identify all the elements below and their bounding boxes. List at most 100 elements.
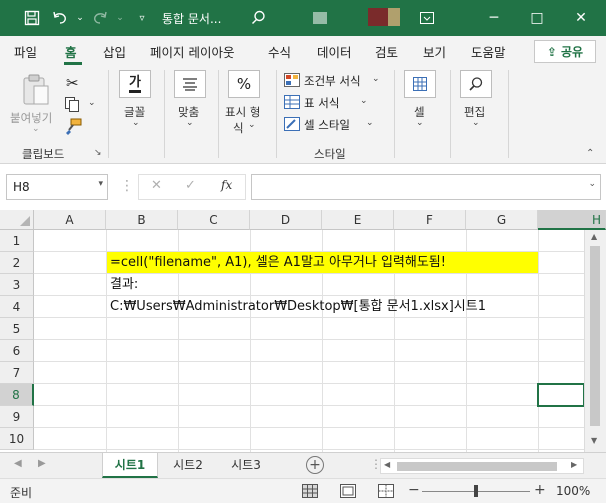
tab-page-layout[interactable]: 페이지 레이아웃 xyxy=(150,42,234,61)
sheet-tab-3[interactable]: 시트3 xyxy=(218,453,274,478)
save-icon[interactable] xyxy=(22,8,42,28)
collapse-ribbon-icon[interactable]: ⌃ xyxy=(586,148,594,159)
next-sheet-icon[interactable]: ▶ xyxy=(38,458,46,469)
row-header-10[interactable]: 10 xyxy=(0,428,34,450)
tab-help[interactable]: 도움말 xyxy=(471,42,506,61)
cell-b4[interactable]: C:₩Users₩Administrator₩Desktop₩[통합 문서1.x… xyxy=(110,296,486,318)
tab-home[interactable]: 홈 xyxy=(65,42,77,61)
row-header-2[interactable]: 2 xyxy=(0,252,34,274)
cell-b2[interactable]: =cell("filename", A1), 셀은 A1말고 아무거나 입력해도… xyxy=(110,252,446,274)
cell-b3[interactable]: 결과: xyxy=(110,274,138,296)
clipboard-group-label: 클립보드 xyxy=(22,147,65,161)
cells-icon[interactable] xyxy=(404,70,436,98)
row-header-6[interactable]: 6 xyxy=(0,340,34,362)
format-painter-icon[interactable] xyxy=(64,118,82,139)
select-all-button[interactable] xyxy=(0,210,34,230)
tab-insert[interactable]: 삽입 xyxy=(103,42,126,61)
column-header-d[interactable]: D xyxy=(250,210,322,230)
formula-input[interactable]: ⌄ xyxy=(251,174,601,200)
formula-bar-grip-icon[interactable]: ⋮ xyxy=(120,177,134,197)
editing-dropdown-icon[interactable]: ⌄ xyxy=(472,118,480,128)
prev-sheet-icon[interactable]: ◀ xyxy=(14,458,22,469)
tab-formulas[interactable]: 수식 xyxy=(268,42,291,61)
number-dropdown-icon[interactable]: ⌄ xyxy=(248,120,256,130)
font-icon[interactable]: 가 xyxy=(119,70,151,98)
column-header-e[interactable]: E xyxy=(322,210,394,230)
undo-dropdown-icon[interactable]: ⌄ xyxy=(70,8,90,28)
row-header-7[interactable]: 7 xyxy=(0,362,34,384)
row-header-4[interactable]: 4 xyxy=(0,296,34,318)
cut-icon[interactable]: ✂ xyxy=(66,74,79,92)
copy-dropdown-icon[interactable]: ⌄ xyxy=(88,98,96,108)
horizontal-scrollbar[interactable]: ◀ ▶ xyxy=(380,458,584,474)
zoom-slider-thumb[interactable] xyxy=(474,485,478,497)
user-avatar[interactable] xyxy=(368,8,388,26)
normal-view-icon[interactable] xyxy=(302,484,318,501)
column-header-c[interactable]: C xyxy=(178,210,250,230)
row-header-9[interactable]: 9 xyxy=(0,406,34,428)
close-button[interactable]: ✕ xyxy=(569,6,593,30)
page-layout-view-icon[interactable] xyxy=(340,484,356,501)
redo-dropdown-icon[interactable]: ⌄ xyxy=(110,8,130,28)
alignment-icon[interactable] xyxy=(174,70,206,98)
vertical-scrollbar[interactable]: ▲ ▼ xyxy=(584,230,606,452)
horizontal-scroll-thumb[interactable] xyxy=(397,462,557,471)
tab-file[interactable]: 파일 xyxy=(14,42,37,61)
font-dropdown-icon[interactable]: ⌄ xyxy=(132,118,140,128)
sheet-tab-1[interactable]: 시트1 xyxy=(102,453,158,478)
tab-data[interactable]: 데이터 xyxy=(317,42,352,61)
cells-dropdown-icon[interactable]: ⌄ xyxy=(416,118,424,128)
column-header-b[interactable]: B xyxy=(106,210,178,230)
number-format-icon[interactable]: % xyxy=(228,70,260,98)
paste-icon[interactable] xyxy=(18,72,54,108)
scroll-left-icon[interactable]: ◀ xyxy=(384,460,390,469)
copy-icon[interactable] xyxy=(64,96,80,115)
add-sheet-icon[interactable]: + xyxy=(306,456,324,474)
editing-search-icon[interactable] xyxy=(460,70,492,98)
page-break-preview-icon[interactable] xyxy=(378,484,394,501)
sheet-tab-2[interactable]: 시트2 xyxy=(160,453,216,478)
number-group-label-line2[interactable]: 식 xyxy=(233,120,244,136)
name-box[interactable]: H8 ▾ xyxy=(6,174,108,200)
clipboard-launcher-icon[interactable]: ↘ xyxy=(94,148,102,158)
conditional-formatting-button[interactable]: 조건부 서식 ⌄ xyxy=(284,72,404,90)
vertical-scroll-thumb[interactable] xyxy=(590,246,600,426)
column-header-f[interactable]: F xyxy=(394,210,466,230)
enter-icon[interactable]: ✓ xyxy=(185,178,196,193)
expand-formula-bar-icon[interactable]: ⌄ xyxy=(588,179,596,189)
undo-icon[interactable] xyxy=(50,8,70,28)
row-header-5[interactable]: 5 xyxy=(0,318,34,340)
scroll-up-icon[interactable]: ▲ xyxy=(591,232,597,241)
ribbon-display-options-icon[interactable] xyxy=(415,6,439,30)
format-as-table-button[interactable]: 표 서식 ⌄ xyxy=(284,94,404,112)
zoom-in-button[interactable]: + xyxy=(534,482,546,498)
zoom-level[interactable]: 100% xyxy=(556,484,590,498)
selected-cell-h8[interactable] xyxy=(537,383,585,407)
share-button[interactable]: ⇪ 공유 xyxy=(534,40,596,63)
redo-icon[interactable] xyxy=(90,8,110,28)
column-header-a[interactable]: A xyxy=(34,210,106,230)
minimize-button[interactable]: ─ xyxy=(482,6,506,30)
zoom-out-button[interactable]: − xyxy=(408,482,420,498)
search-icon[interactable] xyxy=(250,9,268,27)
cell-styles-dropdown-icon: ⌄ xyxy=(366,118,374,128)
scroll-right-icon[interactable]: ▶ xyxy=(571,460,577,469)
maximize-button[interactable]: □ xyxy=(525,6,549,30)
row-header-3[interactable]: 3 xyxy=(0,274,34,296)
row-header-8[interactable]: 8 xyxy=(0,384,34,406)
name-box-dropdown-icon[interactable]: ▾ xyxy=(98,179,103,189)
customize-quick-access-icon[interactable]: ▿ xyxy=(132,8,152,28)
tab-review[interactable]: 검토 xyxy=(375,42,398,61)
insert-function-icon[interactable]: fx xyxy=(221,178,232,192)
row-header-1[interactable]: 1 xyxy=(0,230,34,252)
worksheet-grid[interactable]: A B C D E F G H 1 2 3 4 5 6 7 8 9 10 =ce… xyxy=(0,210,606,452)
paste-dropdown-icon[interactable]: ⌄ xyxy=(32,124,40,134)
cancel-icon[interactable]: ✕ xyxy=(151,178,162,193)
alignment-dropdown-icon[interactable]: ⌄ xyxy=(186,118,194,128)
column-header-g[interactable]: G xyxy=(466,210,538,230)
tab-view[interactable]: 보기 xyxy=(423,42,446,61)
scroll-down-icon[interactable]: ▼ xyxy=(591,436,597,445)
number-group-label-line1[interactable]: 표시 형 xyxy=(225,104,260,120)
cell-styles-button[interactable]: 셀 스타일 ⌄ xyxy=(284,116,404,134)
column-header-h[interactable]: H xyxy=(538,210,606,230)
